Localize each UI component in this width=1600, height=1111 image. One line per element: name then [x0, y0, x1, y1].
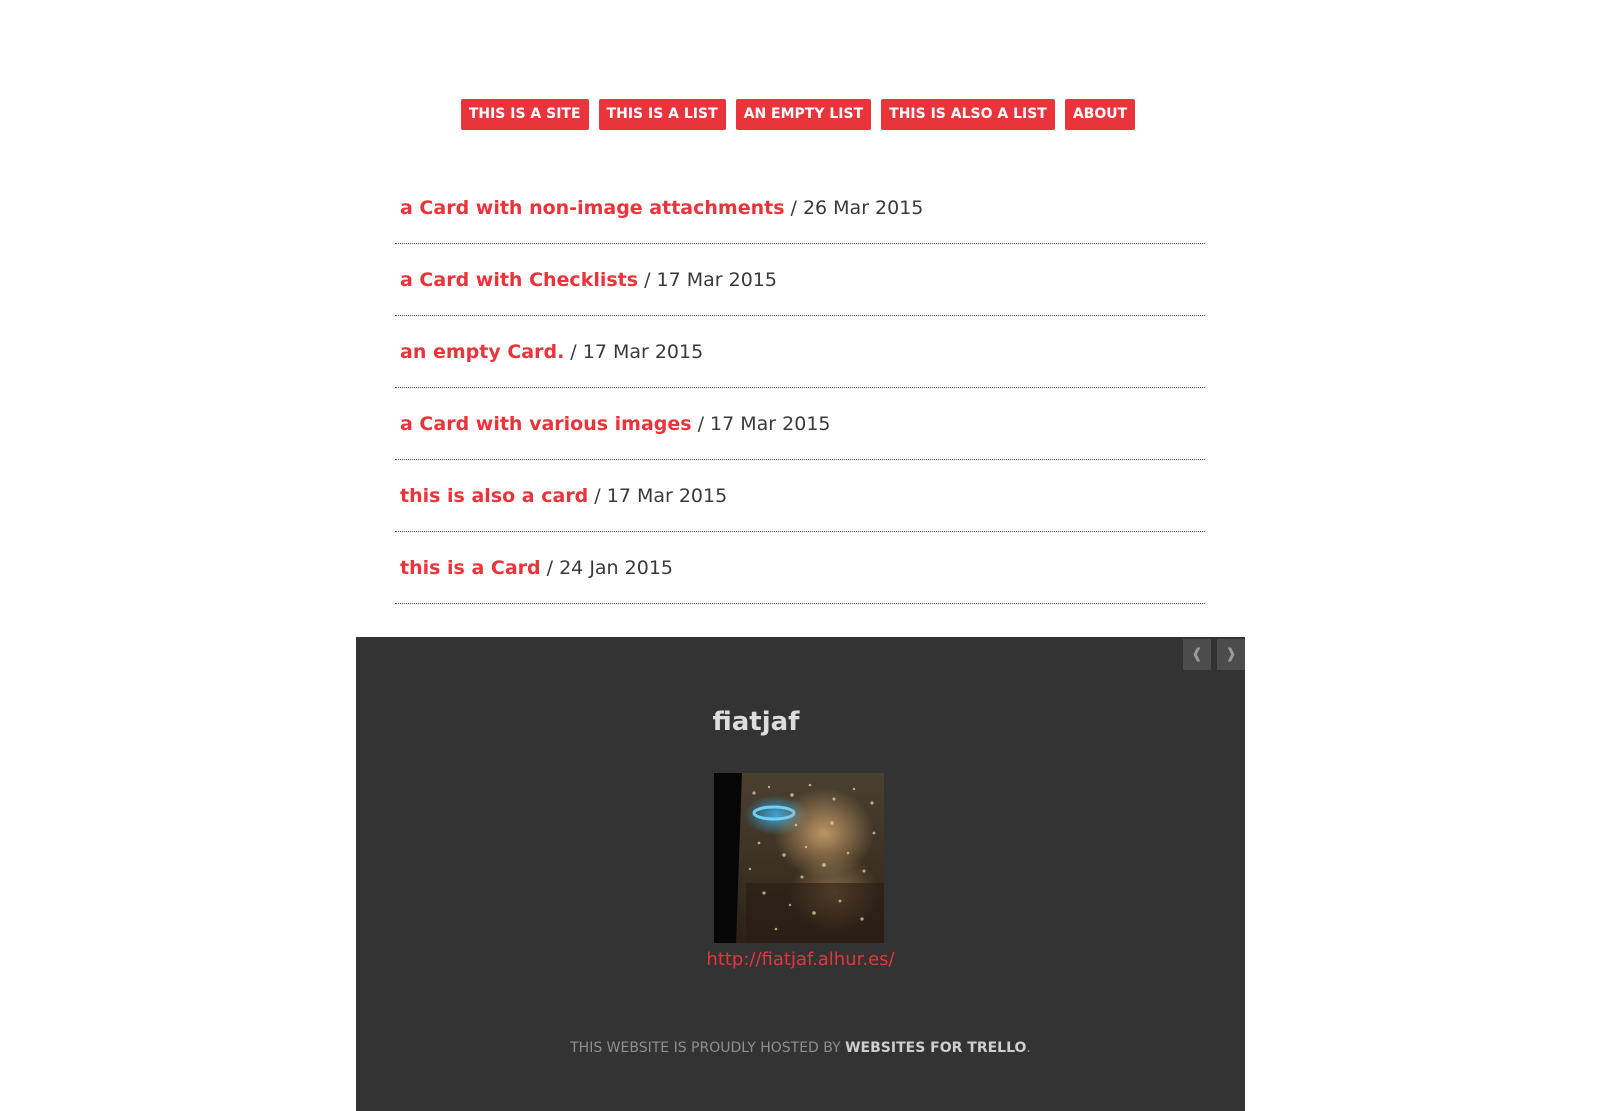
nav-item-an-empty-list[interactable]: AN EMPTY LIST [735, 99, 872, 130]
nav-item-about[interactable]: ABOUT [1064, 99, 1136, 130]
hosted-prefix: THIS WEBSITE IS PROUDLY HOSTED BY [570, 1040, 846, 1056]
websites-for-trello-link[interactable]: WEBSITES FOR TRELLO [845, 1040, 1026, 1056]
card-date: / 17 Mar 2015 [697, 412, 831, 435]
card-row: an empty Card. / 17 Mar 2015 [395, 316, 1205, 388]
profile-name: fiatjaf [712, 707, 800, 737]
profile-website-link[interactable]: http://fiatjaf.alhur.es/ [356, 949, 1245, 970]
card-title-link[interactable]: a Card with various images [400, 413, 692, 435]
card-row: a Card with various images / 17 Mar 2015 [395, 388, 1205, 460]
nav-item-this-is-a-site[interactable]: THIS IS A SITE [460, 99, 589, 130]
card-row: a Card with non-image attachments / 26 M… [395, 172, 1205, 244]
card-title-link[interactable]: an empty Card. [400, 341, 564, 363]
card-date: / 24 Jan 2015 [546, 556, 673, 579]
card-title-link[interactable]: a Card with non-image attachments [400, 197, 785, 219]
card-row: this is also a card / 17 Mar 2015 [395, 460, 1205, 532]
hosted-by-notice: THIS WEBSITE IS PROUDLY HOSTED BY WEBSIT… [356, 1040, 1245, 1056]
card-list: a Card with non-image attachments / 26 M… [395, 172, 1205, 604]
next-page-button[interactable]: ❱ [1217, 639, 1245, 670]
card-row: a Card with Checklists / 17 Mar 2015 [395, 244, 1205, 316]
profile-panel: ❰ ❱ fiatjaf http://fiatjaf.alhur.es/ THI… [356, 637, 1245, 1111]
card-date: / 26 Mar 2015 [790, 196, 924, 219]
card-date: / 17 Mar 2015 [570, 340, 704, 363]
card-date: / 17 Mar 2015 [594, 484, 728, 507]
page: THIS IS A SITE THIS IS A LIST AN EMPTY L… [0, 0, 1600, 1111]
pager: ❰ ❱ [1183, 639, 1245, 670]
prev-page-button[interactable]: ❰ [1183, 639, 1211, 670]
nav-item-this-is-also-a-list[interactable]: THIS IS ALSO A LIST [881, 99, 1055, 130]
card-title-link[interactable]: this is also a card [400, 485, 588, 507]
top-nav: THIS IS A SITE THIS IS A LIST AN EMPTY L… [0, 99, 1600, 130]
hosted-suffix: . [1026, 1040, 1031, 1056]
nav-item-this-is-a-list[interactable]: THIS IS A LIST [598, 99, 726, 130]
card-date: / 17 Mar 2015 [644, 268, 777, 291]
card-row: this is a Card / 24 Jan 2015 [395, 532, 1205, 604]
card-title-link[interactable]: this is a Card [400, 557, 541, 579]
avatar [714, 773, 884, 943]
card-title-link[interactable]: a Card with Checklists [400, 269, 638, 291]
